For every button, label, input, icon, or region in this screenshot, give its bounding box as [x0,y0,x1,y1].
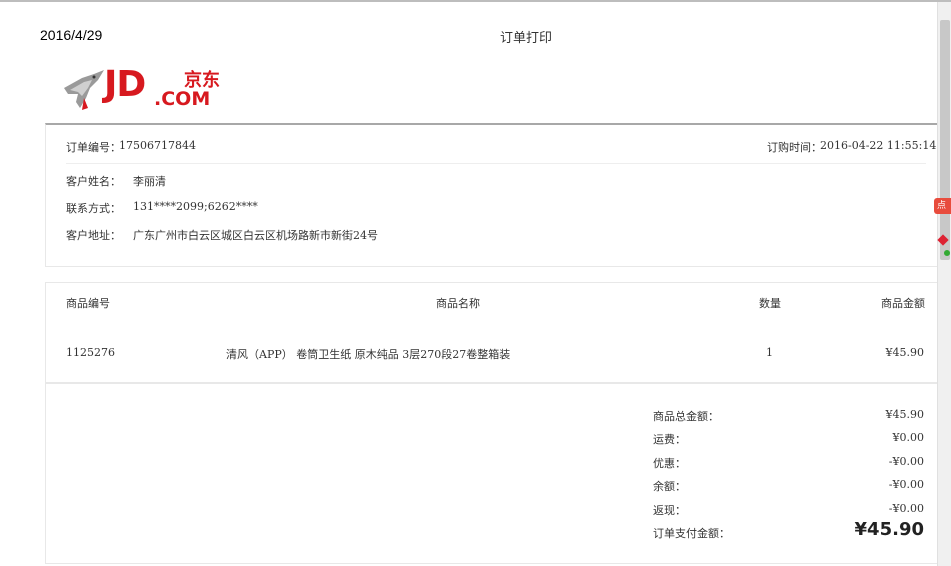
balance-value: -¥0.00 [888,478,924,491]
item-id: 1125276 [66,346,115,359]
side-float-button[interactable]: 点我 [934,198,951,214]
item-amount: ¥45.90 [885,346,925,359]
subtotal-value: ¥45.90 [885,408,925,421]
discount-label: 优惠： [653,457,686,470]
column-header-amount: 商品金额 [881,297,925,310]
logo-jd-text: JD [104,64,146,105]
column-header-id: 商品编号 [66,297,110,310]
top-border [0,0,951,2]
column-header-qty: 数量 [759,297,781,310]
order-number: 17506717844 [119,139,196,152]
address-label: 客户地址： [66,229,121,242]
contact-label: 联系方式： [66,202,121,215]
order-summary-panel: 商品总金额： ¥45.90 运费： ¥0.00 优惠： -¥0.00 余额： -… [45,382,938,564]
cashback-value: -¥0.00 [888,502,924,515]
customer-name: 李丽清 [133,175,166,188]
items-table: 商品编号 商品名称 数量 商品金额 1125276 清风（APP） 卷筒卫生纸 … [45,282,938,384]
side-green-marker-icon [944,250,950,256]
item-name: 清风（APP） 卷筒卫生纸 原木纯品 3层270段27卷整箱装 [226,348,511,361]
shipping-label: 运费： [653,433,686,446]
order-time-label: 订购时间： [767,141,822,154]
logo-wordmark: JD 京东 .COM [104,64,220,110]
address-value: 广东广州市白云区城区白云区机场路新市新街24号 [133,229,378,242]
order-time: 2016-04-22 11:55:14 [820,139,937,152]
column-header-name: 商品名称 [436,297,480,310]
discount-value: -¥0.00 [888,455,924,468]
contact-value: 131****2099;6262**** [133,200,258,213]
order-number-label: 订单编号： [66,141,121,154]
cashback-label: 返现： [653,504,686,517]
customer-label: 客户姓名： [66,175,121,188]
order-info-panel: 订单编号： 17506717844 订购时间： 2016-04-22 11:55… [45,123,938,267]
total-value: ¥45.90 [854,519,924,540]
divider [66,163,926,164]
scrollbar-thumb[interactable] [940,20,950,260]
jd-dog-mascot-icon [64,70,104,110]
logo-com-text: .COM [154,88,211,110]
shipping-value: ¥0.00 [892,431,925,444]
jd-logo: JD 京东 .COM [60,64,220,114]
subtotal-label: 商品总金额： [653,410,719,423]
page-title: 订单打印 [499,31,552,46]
balance-label: 余额： [653,480,686,493]
divider [46,382,938,383]
total-label: 订单支付金额： [653,527,730,540]
item-qty: 1 [766,346,773,359]
